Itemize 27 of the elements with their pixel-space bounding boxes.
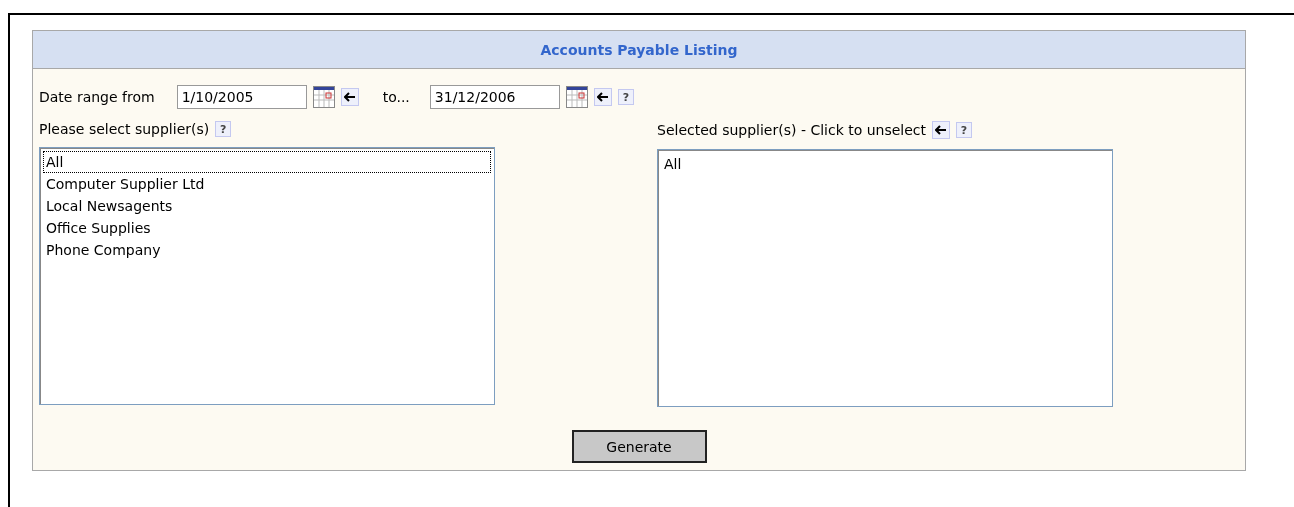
help-button[interactable]: ? <box>617 89 634 105</box>
left-arrow-icon <box>596 92 609 102</box>
selected-list[interactable]: All <box>657 149 1113 407</box>
help-button[interactable]: ? <box>956 122 973 138</box>
list-option[interactable]: Computer Supplier Ltd <box>43 173 491 195</box>
field-label: to... <box>382 89 410 105</box>
left-arrow-button[interactable] <box>593 88 612 106</box>
left-arrow-button[interactable] <box>932 121 951 139</box>
left-arrow-icon <box>935 125 948 135</box>
list-option[interactable]: All <box>661 153 1109 175</box>
panel-title: Accounts Payable Listing <box>33 31 1245 69</box>
supplier-list[interactable]: All Computer Supplier Ltd Local Newsagents Office Supplies Phone Company <box>39 147 495 405</box>
left-arrow-button[interactable] <box>340 88 359 106</box>
calendar-icon[interactable] <box>312 86 335 108</box>
left-arrow-icon <box>343 92 356 102</box>
list-option[interactable]: All <box>43 151 491 173</box>
list-label: Selected supplier(s) - Click to unselect <box>657 122 927 138</box>
list-option[interactable]: Local Newsagents <box>43 195 491 217</box>
calendar-icon[interactable] <box>565 86 588 108</box>
date-field[interactable]: 1/10/2005 <box>176 85 307 109</box>
date-field[interactable]: 31/12/2006 <box>429 85 560 109</box>
list-label: Please select supplier(s) <box>39 121 210 137</box>
field-label: Date range from <box>39 89 155 105</box>
list-option[interactable]: Office Supplies <box>43 217 491 239</box>
help-button[interactable]: ? <box>215 121 232 137</box>
list-option[interactable]: Phone Company <box>43 239 491 261</box>
generate-button[interactable]: Generate <box>571 430 707 463</box>
